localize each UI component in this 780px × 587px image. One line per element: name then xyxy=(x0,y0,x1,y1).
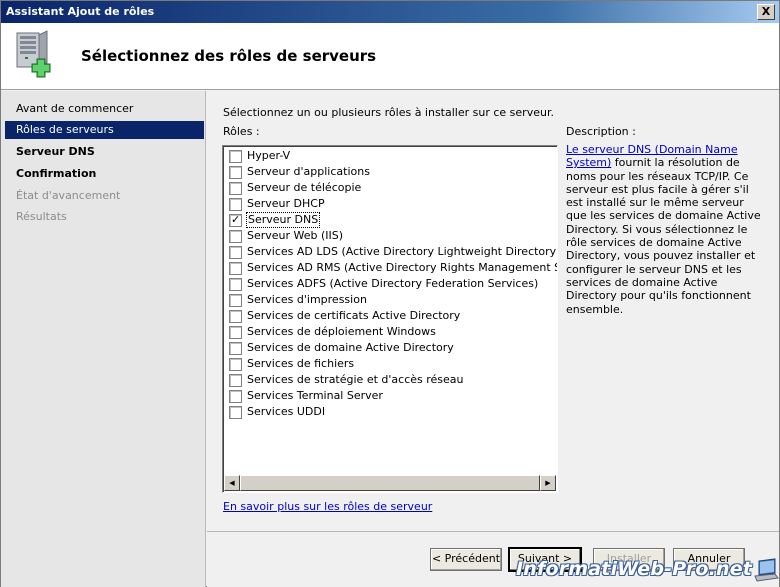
nav-item-3: Confirmation xyxy=(16,167,97,180)
role-checkbox[interactable] xyxy=(229,294,242,307)
role-label[interactable]: Services Terminal Server xyxy=(246,389,384,403)
role-checkbox[interactable] xyxy=(229,358,242,371)
description-body: fournit la résolution de noms pour les r… xyxy=(566,156,761,316)
role-label[interactable]: Services de domaine Active Directory xyxy=(246,341,455,355)
role-checkbox[interactable]: ✓ xyxy=(229,213,242,227)
role-label[interactable]: Services de stratégie et d'accès réseau xyxy=(246,373,465,387)
roles-listbox[interactable]: Hyper-V Serveur d'applications Serveur de … xyxy=(222,145,558,493)
role-label[interactable]: Services AD RMS (Active Directory Rights… xyxy=(246,261,557,275)
horizontal-scrollbar[interactable]: ◀ ▶ xyxy=(224,475,556,491)
server-add-icon xyxy=(16,30,51,78)
laptop-icon xyxy=(754,558,779,582)
role-label[interactable]: Services d'impression xyxy=(246,293,368,307)
intro-text: Sélectionnez un ou plusieurs rôles à ins… xyxy=(223,106,554,119)
nav-item-2: Serveur DNS xyxy=(16,145,95,158)
role-checkbox[interactable] xyxy=(229,406,242,419)
role-checkbox[interactable] xyxy=(229,278,242,291)
role-label[interactable]: Services UDDI xyxy=(246,405,326,419)
wizard-nav: Avant de commencer Rôles de serveurs Serve… xyxy=(1,91,206,587)
nav-item-5: Résultats xyxy=(16,210,67,223)
role-label[interactable]: Hyper-V xyxy=(246,149,291,163)
wizard-window: Assistant Ajout de rôles X Sélectionnez … xyxy=(0,0,780,587)
role-label[interactable]: Serveur DHCP xyxy=(246,197,326,211)
nav-item-0: Avant de commencer xyxy=(16,102,134,115)
role-label[interactable]: Services AD LDS (Active Directory Lightw… xyxy=(246,245,557,259)
role-checkbox[interactable] xyxy=(229,182,242,195)
role-checkbox[interactable] xyxy=(229,198,242,211)
previous-button[interactable]: < Précédent xyxy=(430,548,502,571)
close-button[interactable]: X xyxy=(757,4,775,20)
main-content: Sélectionnez un ou plusieurs rôles à ins… xyxy=(207,91,779,531)
roles-list: Hyper-V Serveur d'applications Serveur de … xyxy=(226,148,557,474)
role-checkbox[interactable] xyxy=(229,230,242,243)
role-checkbox[interactable] xyxy=(229,390,242,403)
role-label[interactable]: Serveur Web (IIS) xyxy=(246,229,344,243)
title-bar[interactable]: Assistant Ajout de rôles X xyxy=(1,1,779,23)
nav-item-4: État d'avancement xyxy=(16,189,121,202)
scroll-left-button[interactable]: ◀ xyxy=(224,475,240,491)
role-label[interactable]: Services de fichiers xyxy=(246,357,355,371)
wizard-header: Sélectionnez des rôles de serveurs xyxy=(1,23,779,90)
description-text: Le serveur DNS (Domain Name System) four… xyxy=(566,143,762,316)
role-checkbox[interactable] xyxy=(229,246,242,259)
role-label[interactable]: Services de déploiement Windows xyxy=(246,325,437,339)
window-title: Assistant Ajout de rôles xyxy=(6,5,155,18)
role-checkbox[interactable] xyxy=(229,262,242,275)
role-label[interactable]: Services de certificats Active Directory xyxy=(246,309,461,323)
nav-item-1: Rôles de serveurs xyxy=(5,121,204,139)
role-checkbox[interactable] xyxy=(229,150,242,163)
role-checkbox[interactable] xyxy=(229,342,242,355)
learn-more-link[interactable]: En savoir plus sur les rôles de serveur xyxy=(223,500,432,513)
role-checkbox[interactable] xyxy=(229,326,242,339)
description-label: Description : xyxy=(566,125,636,138)
role-checkbox[interactable] xyxy=(229,166,242,179)
roles-label: Rôles : xyxy=(223,125,260,138)
role-label[interactable]: Serveur de télécopie xyxy=(246,181,362,195)
page-title: Sélectionnez des rôles de serveurs xyxy=(81,47,377,65)
role-checkbox[interactable] xyxy=(229,310,242,323)
scroll-thumb[interactable] xyxy=(240,475,540,491)
role-checkbox[interactable] xyxy=(229,374,242,387)
scroll-right-button[interactable]: ▶ xyxy=(540,475,556,491)
role-label[interactable]: Services ADFS (Active Directory Federati… xyxy=(246,277,539,291)
checkmark-icon: ✓ xyxy=(231,213,241,226)
role-label[interactable]: Serveur DNS xyxy=(246,212,321,228)
role-label[interactable]: Serveur d'applications xyxy=(246,165,371,179)
watermark: InformatiWeb-Pro.net xyxy=(516,558,753,580)
